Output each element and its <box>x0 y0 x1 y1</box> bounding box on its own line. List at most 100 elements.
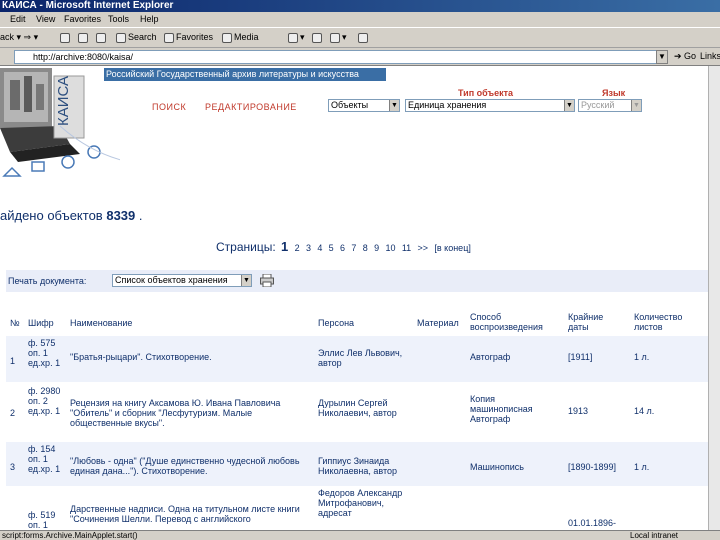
status-zone: Local intranet <box>630 531 679 540</box>
table-row[interactable]: 3 ф. 154 оп. 1 ед.хр. 1 "Любовь - одна" … <box>6 442 708 486</box>
object-type-select[interactable]: Единица хранения ▼ <box>405 99 575 112</box>
scope-select[interactable]: Объекты ▼ <box>328 99 400 112</box>
nav-search-link[interactable]: ПОИСК <box>152 102 186 112</box>
mail-icon <box>288 32 298 43</box>
page-last-link[interactable]: [в конец] <box>434 243 471 253</box>
col-count: Количество листов <box>634 312 683 332</box>
go-button[interactable]: ➔ Go <box>674 51 696 62</box>
row-title: "Любовь - одна" ("Душе единственно чудес… <box>70 456 300 476</box>
address-bar: http://archive:8080/kaisa/ ▼ ➔ Go Links <box>0 48 720 66</box>
page-link[interactable]: 2 <box>295 243 300 253</box>
row-person: Дурылин Сергей Николаевич, автор <box>318 398 397 418</box>
page-link[interactable]: 9 <box>374 243 379 253</box>
media-icon <box>222 32 232 43</box>
row-dates: 1913 <box>568 406 589 416</box>
address-dropdown[interactable]: ▼ <box>656 50 668 64</box>
row-person: Федоров Александр Митрофанович, адресат <box>318 488 403 518</box>
discuss-button[interactable] <box>358 32 370 43</box>
row-title: "Братья-рыцари". Стихотворение. <box>70 352 212 362</box>
chevron-down-icon: ▼ <box>564 100 574 111</box>
search-button[interactable]: Search <box>116 32 157 43</box>
language-value: Русский <box>581 100 615 110</box>
chevron-down-icon: ▼ <box>631 100 641 111</box>
col-title: Наименование <box>70 318 133 328</box>
found-count: 8339 <box>106 208 136 223</box>
chevron-down-icon: ▼ <box>389 100 399 111</box>
row-code[interactable]: ф. 519 оп. 1 <box>28 510 66 530</box>
printer-icon <box>312 32 322 43</box>
edit-icon <box>330 32 340 43</box>
page-link[interactable]: 4 <box>317 243 322 253</box>
search-label: Search <box>128 32 157 42</box>
row-title: Рецензия на книгу Аксамова Ю. Ивана Павл… <box>70 398 281 428</box>
nav-edit-link[interactable]: РЕДАКТИРОВАНИЕ <box>205 102 297 112</box>
print-select[interactable]: Список объектов хранения ▼ <box>112 274 252 287</box>
address-input[interactable]: http://archive:8080/kaisa/ <box>14 50 658 64</box>
refresh-icon <box>78 32 88 43</box>
back-label: ack <box>0 32 15 42</box>
menu-view[interactable]: View <box>36 14 55 24</box>
language-label: Язык <box>602 88 626 98</box>
row-code[interactable]: ф. 2980 оп. 2 ед.хр. 1 <box>28 386 66 438</box>
media-button[interactable]: Media <box>222 32 259 43</box>
row-count: 1 л. <box>634 352 650 362</box>
row-count: 14 л. <box>634 406 655 416</box>
table-row[interactable]: 1 ф. 575 оп. 1 ед.хр. 1 "Братья-рыцари".… <box>6 336 708 382</box>
discuss-icon <box>358 32 368 43</box>
language-select[interactable]: Русский ▼ <box>578 99 642 112</box>
col-dates: Крайние даты <box>568 312 604 332</box>
col-person: Персона <box>318 318 355 328</box>
printer-icon[interactable] <box>260 274 274 287</box>
page-content: КАИСА Российский Государственный архив л… <box>0 66 708 530</box>
scope-value: Объекты <box>331 100 369 110</box>
row-person: Гиппиус Зинаида Николаевна, автор <box>318 456 398 476</box>
menu-tools[interactable]: Tools <box>108 14 129 24</box>
home-button[interactable] <box>96 32 108 43</box>
page-link[interactable]: 11 <box>402 243 411 253</box>
col-material: Материал <box>417 318 459 328</box>
menu-favorites[interactable]: Favorites <box>64 14 101 24</box>
row-title: Дарственные надписи. Одна на титульном л… <box>70 504 300 524</box>
go-label: Go <box>684 51 697 61</box>
page-next-link[interactable]: >> <box>418 243 429 253</box>
row-num: 2 <box>10 408 16 418</box>
print-option: Список объектов хранения <box>115 275 228 285</box>
vertical-scrollbar[interactable] <box>708 66 720 530</box>
toolbar: ack ▾ ⇒ ▾ Search Favorites Media ▾ ▾ <box>0 28 720 48</box>
page-link[interactable]: 6 <box>340 243 345 253</box>
row-code[interactable]: ф. 575 оп. 1 ед.хр. 1 <box>28 338 66 380</box>
row-code[interactable]: ф. 154 оп. 1 ед.хр. 1 <box>28 444 66 484</box>
page-link[interactable]: 5 <box>329 243 334 253</box>
back-button[interactable]: ack ▾ ⇒ ▾ <box>0 32 38 43</box>
row-dates: [1890-1899] <box>568 462 617 472</box>
stop-icon <box>60 32 70 43</box>
page-link[interactable]: 10 <box>385 243 395 253</box>
row-num: 1 <box>10 356 16 366</box>
favorites-button[interactable]: Favorites <box>164 32 213 43</box>
table-row[interactable]: ф. 519 оп. 1 Дарственные надписи. Одна н… <box>6 488 708 530</box>
table-row[interactable]: 2 ф. 2980 оп. 2 ед.хр. 1 Рецензия на кни… <box>6 384 708 440</box>
refresh-button[interactable] <box>78 32 90 43</box>
edit-button[interactable]: ▾ <box>330 32 347 43</box>
col-code: Шифр <box>28 318 54 328</box>
pagination: Страницы: 1 2 3 4 5 6 7 8 9 10 11 >> [в … <box>216 239 471 254</box>
table-header-row: № Шифр Наименование Персона Материал Спо… <box>6 310 708 332</box>
mail-button[interactable]: ▾ <box>288 32 305 43</box>
page-link[interactable]: 3 <box>306 243 311 253</box>
page-link[interactable]: 7 <box>351 243 356 253</box>
row-method: Автограф <box>470 352 511 362</box>
object-type-label: Тип объекта <box>458 88 514 98</box>
logo-text: КАИСА <box>55 76 72 126</box>
col-num: № <box>10 318 20 328</box>
page-link[interactable]: 8 <box>363 243 368 253</box>
window-title: КАИСА - Microsoft Internet Explorer <box>0 0 720 12</box>
menu-help[interactable]: Help <box>140 14 159 24</box>
search-icon <box>116 32 126 43</box>
found-text: айдено объектов <box>0 208 103 223</box>
row-method: Машинопись <box>470 462 524 472</box>
print-button[interactable] <box>312 32 324 43</box>
links-button[interactable]: Links <box>700 51 720 61</box>
menu-edit[interactable]: Edit <box>10 14 26 24</box>
pagination-label: Страницы: <box>216 240 276 254</box>
stop-button[interactable] <box>60 32 72 43</box>
